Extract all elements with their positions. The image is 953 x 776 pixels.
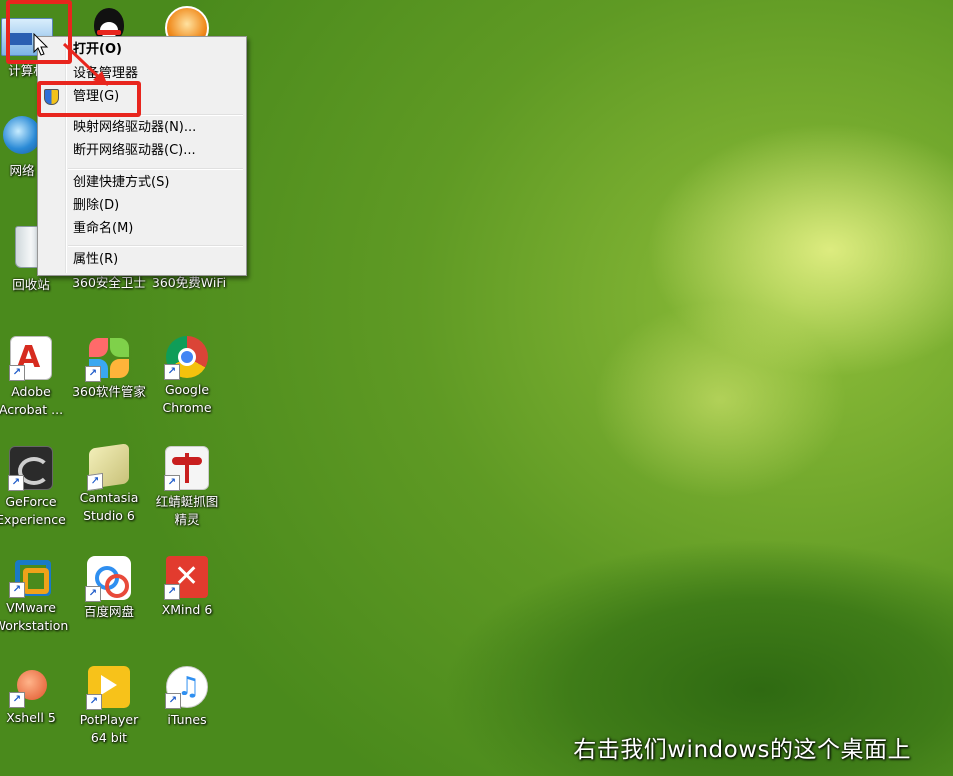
desktop-icon-itunes[interactable]: ♫ ↗ iTunes (148, 666, 226, 729)
menu-item-create-shortcut[interactable]: 创建快捷方式(S) (73, 173, 169, 193)
vmware-icon: ↗ (9, 556, 51, 598)
xmind-icon: ✕ ↗ (164, 556, 208, 600)
desktop-icon-dragonfly[interactable]: ↗ 红蜻蜓抓图精灵 (148, 446, 226, 529)
itunes-icon: ♫ ↗ (165, 666, 208, 709)
menu-separator (68, 168, 243, 170)
desktop-icon-xshell[interactable]: ↗ Xshell 5 (0, 666, 70, 727)
shortcut-arrow-icon: ↗ (164, 364, 180, 380)
geforce-icon: ↗ (8, 446, 53, 491)
menu-item-properties[interactable]: 属性(R) (73, 250, 118, 270)
menu-item-disconnect-network-drive[interactable]: 断开网络驱动器(C)... (73, 141, 196, 161)
camtasia-icon: ↗ (87, 443, 129, 492)
desktop-icon-geforce[interactable]: ↗ GeForce Experience (0, 446, 70, 529)
menu-separator (68, 245, 243, 247)
menu-item-map-network-drive[interactable]: 映射网络驱动器(N)... (73, 118, 196, 138)
desktop-icon-potplayer[interactable]: ↗ PotPlayer 64 bit (70, 666, 148, 747)
desktop-icon-baidu-netdisk[interactable]: ↗ 百度网盘 (70, 556, 148, 621)
desktop-icon-chrome[interactable]: ↗ Google Chrome (148, 336, 226, 417)
shortcut-arrow-icon: ↗ (86, 694, 102, 710)
video-subtitle: 右击我们windows的这个桌面上 (573, 737, 911, 763)
shortcut-arrow-icon: ↗ (9, 582, 25, 598)
xshell-icon: ↗ (9, 666, 51, 708)
soft360-icon: ↗ (85, 336, 131, 382)
desktop-icon-camtasia[interactable]: ↗ Camtasia Studio 6 (70, 443, 148, 525)
shortcut-arrow-icon: ↗ (9, 692, 25, 708)
menu-item-rename[interactable]: 重命名(M) (73, 219, 133, 239)
mouse-cursor-icon (33, 33, 49, 56)
network-globe-icon (3, 116, 41, 154)
baidu-netdisk-icon: ↗ (85, 556, 131, 602)
shortcut-arrow-icon: ↗ (85, 586, 101, 602)
shortcut-arrow-icon: ↗ (165, 693, 181, 709)
shortcut-arrow-icon: ↗ (87, 472, 103, 492)
desktop-icon-vmware[interactable]: ↗ VMware Workstation (0, 556, 70, 635)
annotation-arrow (62, 42, 108, 86)
chrome-icon: ↗ (164, 336, 208, 380)
shortcut-arrow-icon: ↗ (164, 475, 180, 491)
shortcut-arrow-icon: ↗ (9, 365, 25, 381)
desktop-icon-xmind[interactable]: ✕ ↗ XMind 6 (148, 556, 226, 619)
adobe-acrobat-icon: A ↗ (9, 336, 52, 381)
shortcut-arrow-icon: ↗ (164, 584, 180, 600)
desktop-icon-360soft[interactable]: ↗ 360软件管家 (70, 336, 148, 401)
shortcut-arrow-icon: ↗ (8, 475, 24, 491)
menu-item-delete[interactable]: 删除(D) (73, 196, 119, 216)
shortcut-arrow-icon: ↗ (85, 366, 101, 382)
desktop-icon-adobe[interactable]: A ↗ Adobe Acrobat ... (0, 336, 70, 419)
dragonfly-icon: ↗ (164, 446, 209, 491)
potplayer-icon: ↗ (86, 666, 130, 710)
